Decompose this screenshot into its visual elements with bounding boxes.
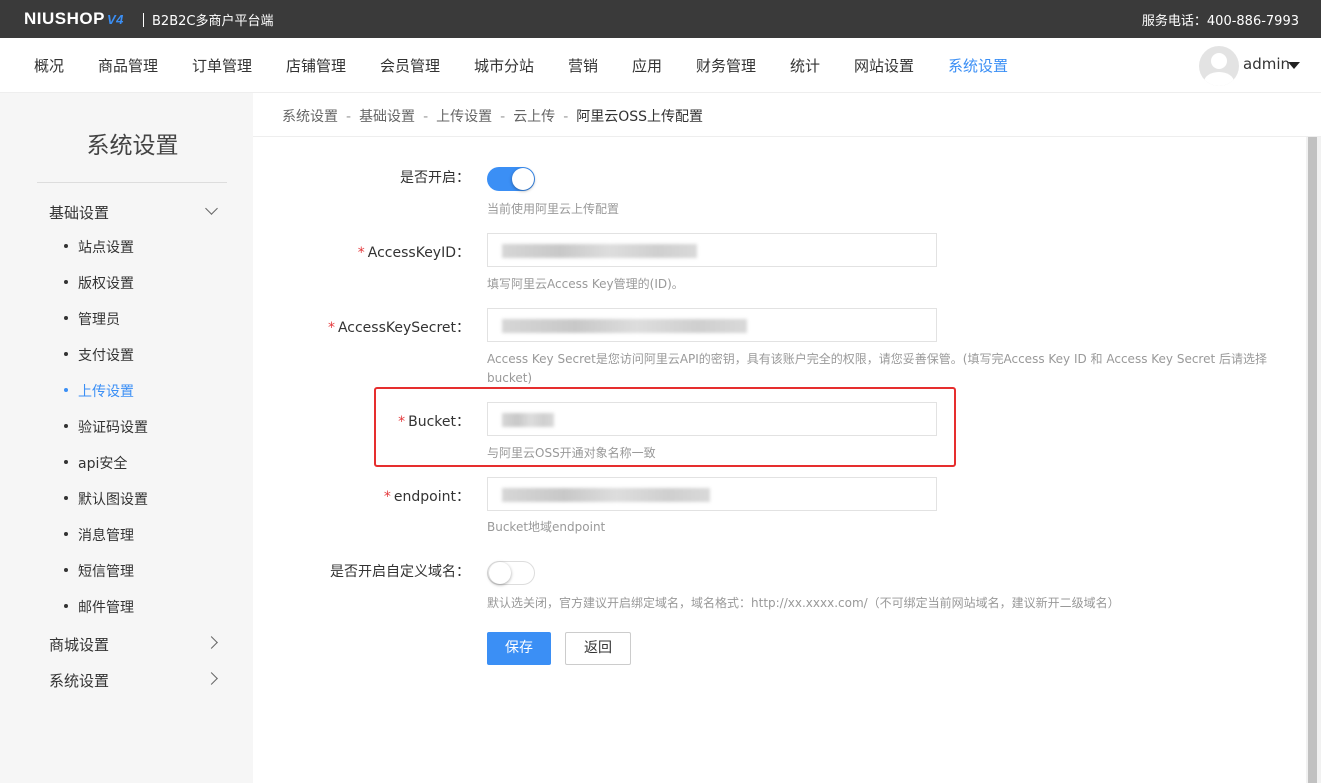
- toggle-knob: [489, 562, 511, 584]
- bullet-icon: [64, 352, 68, 356]
- sidebar-item-upload-settings[interactable]: 上传设置: [64, 381, 134, 401]
- sidebar-item-api-security[interactable]: api安全: [64, 453, 127, 473]
- nav-item-members[interactable]: 会员管理: [380, 55, 440, 76]
- custom-domain-toggle[interactable]: [487, 561, 535, 585]
- nav-item-system-settings[interactable]: 系统设置: [948, 55, 1008, 76]
- sidebar-group-system-settings[interactable]: 系统设置: [49, 670, 109, 691]
- save-button[interactable]: 保存: [487, 632, 551, 665]
- endpoint-label: * endpoint：: [383, 489, 470, 505]
- enable-hint: 当前使用阿里云上传配置: [487, 202, 620, 216]
- bullet-icon: [64, 496, 68, 500]
- nav-item-marketing[interactable]: 营销: [568, 55, 598, 76]
- access-key-id-label: * AccessKeyID：: [357, 245, 470, 261]
- enable-label: 是否开启：: [400, 170, 470, 186]
- bullet-icon: [64, 604, 68, 608]
- bucket-label: * Bucket：: [398, 414, 470, 430]
- main-nav: 概况 商品管理 订单管理 店铺管理 会员管理 城市分站 营销 应用 财务管理 统…: [0, 38, 1321, 93]
- sidebar-divider: [37, 182, 227, 183]
- bullet-icon: [64, 388, 68, 392]
- chevron-down-icon[interactable]: [205, 202, 218, 215]
- enable-toggle[interactable]: [487, 167, 535, 191]
- masked-value: [502, 488, 710, 502]
- top-bar: NIUSHOP V4 B2B2C多商户平台端 服务电话：400-886-7993: [0, 0, 1321, 38]
- breadcrumb-current: 阿里云OSS上传配置: [576, 109, 704, 125]
- scrollbar-thumb[interactable]: [1308, 137, 1317, 783]
- access-key-secret-input[interactable]: [487, 308, 937, 342]
- bullet-icon: [64, 460, 68, 464]
- sidebar-item-sms-management[interactable]: 短信管理: [64, 561, 134, 581]
- endpoint-input[interactable]: [487, 477, 937, 511]
- caret-down-icon[interactable]: [1288, 62, 1300, 69]
- sidebar: 系统设置 基础设置 站点设置 版权设置 管理员 支付设置 上传设置 验证码设置 …: [0, 93, 253, 783]
- sidebar-item-administrators[interactable]: 管理员: [64, 309, 120, 329]
- nav-item-stores[interactable]: 店铺管理: [286, 55, 346, 76]
- masked-value: [502, 413, 554, 427]
- sidebar-item-email-management[interactable]: 邮件管理: [64, 597, 134, 617]
- nav-item-statistics[interactable]: 统计: [790, 55, 820, 76]
- nav-item-apps[interactable]: 应用: [632, 55, 662, 76]
- nav-item-city-sites[interactable]: 城市分站: [474, 55, 534, 76]
- custom-domain-hint: 默认选关闭，官方建议开启绑定域名，域名格式：http://xx.xxxx.com…: [487, 596, 1120, 610]
- sidebar-item-default-image[interactable]: 默认图设置: [64, 489, 148, 509]
- chevron-right-icon[interactable]: [205, 636, 218, 649]
- access-key-secret-hint: Access Key Secret是您访问阿里云API的密钥，具有该账户完全的权…: [487, 352, 1267, 366]
- bullet-icon: [64, 316, 68, 320]
- nav-item-goods[interactable]: 商品管理: [98, 55, 158, 76]
- endpoint-hint: Bucket地域endpoint: [487, 520, 606, 534]
- bullet-icon: [64, 532, 68, 536]
- avatar[interactable]: [1199, 46, 1239, 86]
- access-key-secret-label: * AccessKeySecret：: [327, 320, 470, 336]
- custom-domain-label: 是否开启自定义域名：: [330, 564, 470, 580]
- breadcrumb-item[interactable]: 上传设置: [436, 109, 492, 125]
- sidebar-item-site-settings[interactable]: 站点设置: [64, 237, 134, 257]
- breadcrumb-item[interactable]: 云上传: [513, 109, 555, 125]
- user-menu[interactable]: admin: [1243, 55, 1290, 73]
- nav-item-finance[interactable]: 财务管理: [696, 55, 756, 76]
- sidebar-group-mall-settings[interactable]: 商城设置: [49, 634, 109, 655]
- nav-item-website-settings[interactable]: 网站设置: [854, 55, 914, 76]
- bullet-icon: [64, 568, 68, 572]
- sidebar-title: 系统设置: [86, 133, 179, 159]
- bucket-input[interactable]: [487, 402, 937, 436]
- platform-separator: [143, 13, 144, 27]
- breadcrumb: 系统设置 - 基础设置 - 上传设置 - 云上传 - 阿里云OSS上传配置: [282, 109, 704, 125]
- sidebar-group-basic-settings[interactable]: 基础设置: [49, 202, 109, 223]
- platform-name: B2B2C多商户平台端: [143, 10, 273, 29]
- breadcrumb-divider: [253, 136, 1321, 137]
- masked-value: [502, 244, 697, 258]
- access-key-secret-hint-line2: bucket): [487, 371, 533, 385]
- sidebar-item-copyright-settings[interactable]: 版权设置: [64, 273, 134, 293]
- access-key-id-input[interactable]: [487, 233, 937, 267]
- logo[interactable]: NIUSHOP V4: [24, 9, 124, 29]
- bullet-icon: [64, 280, 68, 284]
- back-button[interactable]: 返回: [565, 632, 631, 665]
- sidebar-item-message-management[interactable]: 消息管理: [64, 525, 134, 545]
- bullet-icon: [64, 424, 68, 428]
- bullet-icon: [64, 244, 68, 248]
- access-key-id-hint: 填写阿里云Access Key管理的(ID)。: [487, 277, 684, 291]
- chevron-right-icon[interactable]: [205, 672, 218, 685]
- masked-value: [502, 319, 747, 333]
- breadcrumb-item[interactable]: 基础设置: [359, 109, 415, 125]
- nav-item-orders[interactable]: 订单管理: [192, 55, 252, 76]
- breadcrumb-item[interactable]: 系统设置: [282, 109, 338, 125]
- sidebar-item-payment-settings[interactable]: 支付设置: [64, 345, 134, 365]
- nav-item-overview[interactable]: 概况: [34, 55, 64, 76]
- toggle-knob: [512, 168, 534, 190]
- sidebar-item-captcha-settings[interactable]: 验证码设置: [64, 417, 148, 437]
- bucket-hint: 与阿里云OSS开通对象名称一致: [487, 446, 656, 460]
- service-hotline: 服务电话：400-886-7993: [1141, 14, 1299, 29]
